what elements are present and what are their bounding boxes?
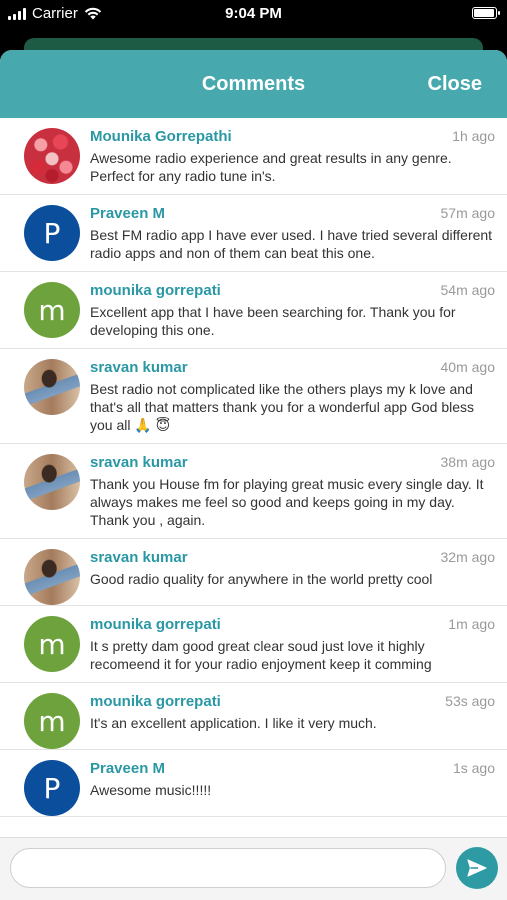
comment-header: Mounika Gorrepathi 1h ago <box>90 128 495 145</box>
comment-header: mounika gorrepati 1m ago <box>90 616 495 633</box>
comment-body: mounika gorrepati 54m ago Excellent app th… <box>90 282 495 348</box>
send-button[interactable] <box>456 847 498 889</box>
comment-header: Praveen M 57m ago <box>90 205 495 222</box>
comment-item[interactable]: m mounika gorrepati 54m ago Excellent app t… <box>0 272 507 349</box>
comment-time: 38m ago <box>440 454 495 470</box>
comment-body: sravan kumar 40m ago Best radio not compli… <box>90 359 495 443</box>
comment-text: Good radio quality for anywhere in the w… <box>90 571 433 587</box>
comment-input[interactable] <box>10 848 446 888</box>
send-icon <box>467 859 487 877</box>
comment-author[interactable]: sravan kumar <box>90 359 188 376</box>
comment-author[interactable]: Mounika Gorrepathi <box>90 128 232 145</box>
avatar: m <box>24 616 80 672</box>
comment-text: It's an excellent application. I like it… <box>90 715 377 731</box>
comment-author[interactable]: mounika gorrepati <box>90 616 221 633</box>
avatar <box>24 549 80 605</box>
comment-time: 32m ago <box>440 549 495 565</box>
comment-author[interactable]: mounika gorrepati <box>90 693 221 710</box>
comment-author[interactable]: sravan kumar <box>90 454 188 471</box>
comment-header: mounika gorrepati 53s ago <box>90 693 495 710</box>
composer-bar <box>0 837 507 900</box>
comment-time: 1s ago <box>452 760 495 776</box>
comment-time: 54m ago <box>440 282 495 298</box>
comment-time: 53s ago <box>445 693 495 709</box>
comment-body: Praveen M 57m ago Best FM radio app I have… <box>90 205 495 271</box>
comment-list[interactable]: Mounika Gorrepathi 1h ago Awesome radio ex… <box>0 118 507 838</box>
comment-author[interactable]: sravan kumar <box>90 549 188 566</box>
comment-text: It s pretty dam good great clear soud ju… <box>90 638 432 672</box>
comment-time: 1h ago <box>452 128 495 144</box>
comment-text: Best FM radio app I have ever used. I ha… <box>90 227 493 261</box>
comment-time: 40m ago <box>440 359 495 375</box>
battery-icon <box>472 7 500 19</box>
comment-item[interactable]: Mounika Gorrepathi 1h ago Awesome radio ex… <box>0 118 507 195</box>
comment-header: sravan kumar 32m ago <box>90 549 495 566</box>
comment-header: sravan kumar 40m ago <box>90 359 495 376</box>
sheet-header: Comments Close <box>0 50 507 118</box>
comment-text: Thank you House fm for playing great mus… <box>90 476 484 528</box>
comment-body: mounika gorrepati 53s ago It's an excellen… <box>90 693 495 749</box>
comment-author[interactable]: Praveen M <box>90 760 165 777</box>
comment-item[interactable]: P Praveen M 1s ago Awesome music!!!!! <box>0 750 507 817</box>
comment-time: 57m ago <box>440 205 495 221</box>
comment-item[interactable]: m mounika gorrepati 53s ago It's an excelle… <box>0 683 507 750</box>
avatar: P <box>24 205 80 261</box>
comment-item[interactable]: sravan kumar 40m ago Best radio not compli… <box>0 349 507 444</box>
comment-text: Awesome music!!!!! <box>90 782 212 798</box>
comment-body: Mounika Gorrepathi 1h ago Awesome radio ex… <box>90 128 495 194</box>
status-bar: Carrier 9:04 PM <box>0 0 507 28</box>
avatar <box>24 128 80 184</box>
comment-author[interactable]: Praveen M <box>90 205 165 222</box>
comment-body: Praveen M 1s ago Awesome music!!!!! <box>90 760 495 816</box>
avatar: m <box>24 282 80 338</box>
avatar <box>24 454 80 510</box>
comment-body: sravan kumar 38m ago Thank you House fm fo… <box>90 454 495 538</box>
comment-text: Best radio not complicated like the othe… <box>90 381 474 433</box>
comment-body: sravan kumar 32m ago Good radio quality fo… <box>90 549 495 605</box>
comment-header: sravan kumar 38m ago <box>90 454 495 471</box>
battery-fill <box>474 9 494 17</box>
comment-item[interactable]: m mounika gorrepati 1m ago It s pretty dam … <box>0 606 507 683</box>
comment-header: mounika gorrepati 54m ago <box>90 282 495 299</box>
close-button[interactable]: Close <box>428 73 482 96</box>
avatar <box>24 359 80 415</box>
comment-item[interactable]: sravan kumar 32m ago Good radio quality fo… <box>0 539 507 606</box>
comment-item[interactable]: sravan kumar 38m ago Thank you House fm fo… <box>0 444 507 539</box>
comment-item[interactable]: P Praveen M 57m ago Best FM radio app I hav… <box>0 195 507 272</box>
comment-body: mounika gorrepati 1m ago It s pretty dam g… <box>90 616 495 682</box>
comment-text: Awesome radio experience and great resul… <box>90 150 452 184</box>
comment-text: Excellent app that I have been searching… <box>90 304 456 338</box>
avatar: P <box>24 760 80 816</box>
comment-header: Praveen M 1s ago <box>90 760 495 777</box>
comments-sheet: Comments Close Mounika Gorrepathi 1h ago A… <box>0 50 507 900</box>
comment-time: 1m ago <box>448 616 495 632</box>
avatar: m <box>24 693 80 749</box>
status-time: 9:04 PM <box>225 5 282 22</box>
comment-author[interactable]: mounika gorrepati <box>90 282 221 299</box>
